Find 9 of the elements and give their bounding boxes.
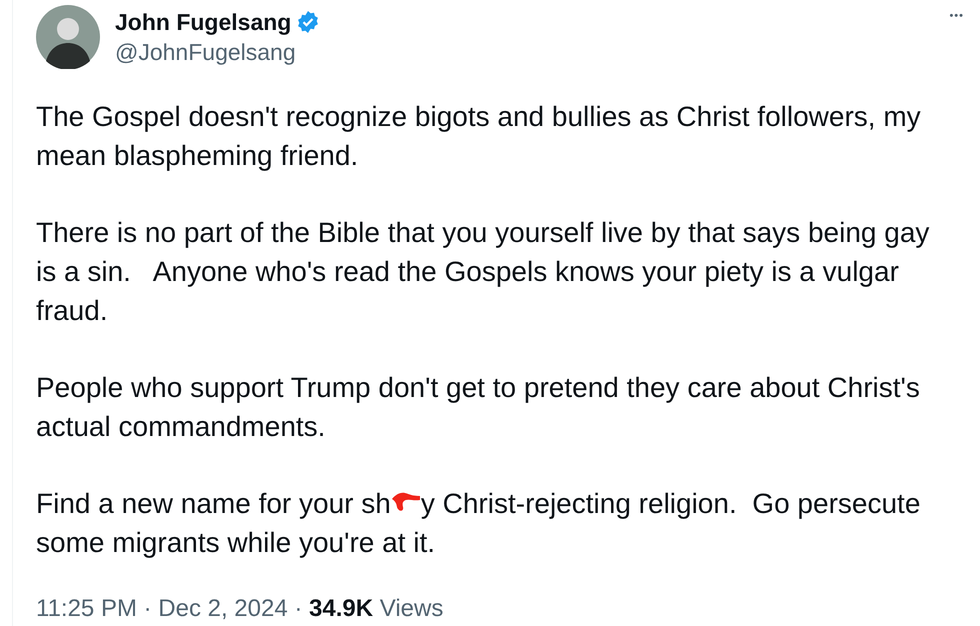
tweet-meta: 11:25 PM · Dec 2, 2024 · 34.9K Views (36, 594, 444, 624)
avatar-icon[interactable] (36, 5, 100, 69)
author-handle[interactable]: @JohnFugelsang (115, 37, 320, 67)
tweet-paragraph: There is no part of the Bible that you yourself live by that says being gay is a sin. Anyone who's read the Gospels knows your piety is a vulgar fraud. (36, 216, 930, 328)
tweet-paragraph: People who support Trump don't get to pretend they care about Christ's actual commandments. (36, 371, 921, 444)
tweet-paragraph: Find a new name for your sh y Christ-rejecting religion. Go persecute some migrants while you're at it. (36, 487, 922, 560)
tweet-paragraph: The Gospel doesn't recognize bigots and bullies as Christ followers, my mean blaspheming friend. (36, 100, 922, 173)
more-button[interactable]: ••• (945, 6, 968, 26)
author-name[interactable]: John Fugelsang (115, 7, 292, 37)
